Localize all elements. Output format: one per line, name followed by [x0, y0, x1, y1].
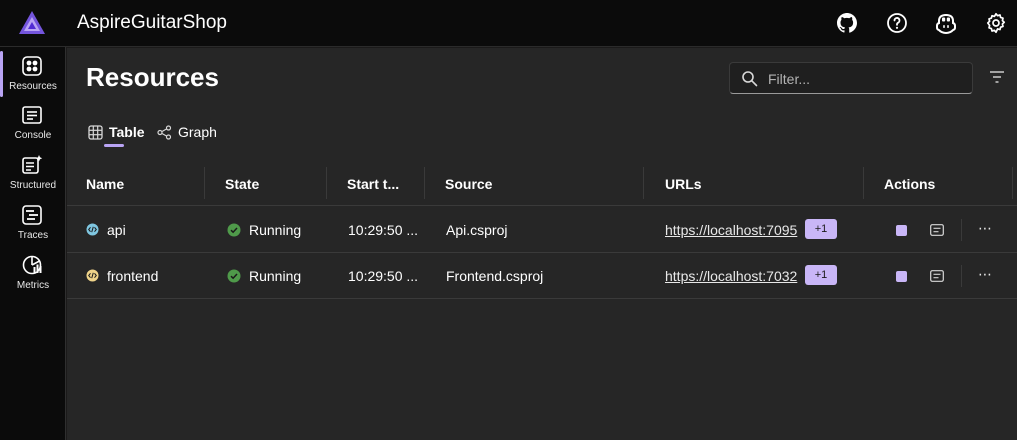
- column-resize-handle[interactable]: [863, 167, 864, 199]
- settings-icon[interactable]: [984, 11, 1008, 35]
- resource-source: Api.csproj: [446, 222, 508, 238]
- sidebar-item-traces[interactable]: Traces: [0, 198, 66, 244]
- console-logs-icon[interactable]: [930, 270, 944, 282]
- sidebar-item-label: Structured: [9, 180, 57, 191]
- sidebar-nav: Resources Console Structured Traces Metr…: [0, 47, 66, 440]
- column-resize-handle[interactable]: [326, 167, 327, 199]
- resource-state: Running: [249, 268, 302, 284]
- stop-button[interactable]: [896, 225, 907, 236]
- app-title[interactable]: AspireGuitarShop: [77, 12, 227, 34]
- grid-header: Name State Start t... Source URLs Action…: [67, 163, 1017, 206]
- more-actions-button[interactable]: ⋯: [978, 266, 994, 284]
- tab-label: Graph: [178, 124, 217, 140]
- resource-url-link[interactable]: https://localhost:7032: [665, 268, 797, 284]
- resource-start-time: 10:29:50 ...: [348, 222, 419, 238]
- more-actions-button[interactable]: ⋯: [978, 220, 994, 238]
- project-icon: [86, 269, 99, 282]
- resource-name: frontend: [107, 268, 159, 284]
- column-resize-handle[interactable]: [643, 167, 644, 199]
- console-logs-icon[interactable]: [930, 224, 944, 236]
- column-resize-handle[interactable]: [424, 167, 425, 199]
- column-header-source[interactable]: Source: [445, 176, 492, 192]
- selected-tab-indicator: [104, 144, 124, 147]
- running-check-icon: [227, 269, 241, 283]
- resource-state: Running: [249, 222, 302, 238]
- table-icon: [88, 125, 103, 140]
- more-urls-badge[interactable]: +1: [805, 265, 837, 285]
- column-header-name[interactable]: Name: [86, 176, 124, 192]
- sidebar-item-label: Console: [14, 130, 52, 141]
- resource-url-link[interactable]: https://localhost:7095: [665, 222, 797, 238]
- sidebar-item-metrics[interactable]: Metrics: [0, 248, 66, 294]
- column-header-urls[interactable]: URLs: [665, 176, 702, 192]
- column-header-actions: Actions: [884, 176, 936, 192]
- aspire-logo-icon[interactable]: [18, 10, 46, 36]
- resource-source: Frontend.csproj: [446, 268, 544, 284]
- sidebar-item-resources[interactable]: Resources: [0, 49, 66, 97]
- traces-icon: [22, 205, 42, 225]
- console-icon: [22, 106, 42, 124]
- column-header-state[interactable]: State: [225, 176, 259, 192]
- github-icon[interactable]: [835, 11, 859, 35]
- resources-icon: [22, 56, 42, 76]
- column-resize-handle[interactable]: [1012, 167, 1013, 199]
- tab-label: Table: [109, 124, 145, 140]
- graph-icon: [157, 125, 172, 140]
- stop-button[interactable]: [896, 271, 907, 282]
- resource-start-time: 10:29:50 ...: [348, 268, 419, 284]
- filter-box[interactable]: [729, 62, 973, 94]
- table-row[interactable]: frontend Running 10:29:50 ... Frontend.c…: [67, 253, 1017, 299]
- help-icon[interactable]: [885, 11, 909, 35]
- structured-icon: [22, 155, 43, 174]
- sidebar-item-console[interactable]: Console: [0, 98, 66, 144]
- sidebar-item-structured[interactable]: Structured: [0, 148, 66, 194]
- sidebar-item-label: Metrics: [16, 280, 50, 291]
- metrics-icon: [22, 255, 42, 275]
- column-header-start-time[interactable]: Start t...: [347, 176, 399, 192]
- actions-divider: [961, 219, 962, 241]
- page-title: Resources: [86, 62, 219, 92]
- copilot-icon[interactable]: [934, 11, 958, 35]
- top-bar: AspireGuitarShop: [0, 0, 1017, 47]
- column-resize-handle[interactable]: [204, 167, 205, 199]
- table-row[interactable]: api Running 10:29:50 ... Api.csproj http…: [67, 207, 1017, 253]
- more-urls-badge[interactable]: +1: [805, 219, 837, 239]
- project-icon: [86, 223, 99, 236]
- search-icon: [742, 71, 758, 87]
- sidebar-item-label: Traces: [17, 230, 49, 241]
- resource-name: api: [107, 222, 126, 238]
- running-check-icon: [227, 223, 241, 237]
- filter-input[interactable]: [768, 69, 963, 89]
- tab-graph[interactable]: Graph: [157, 122, 217, 148]
- sidebar-item-label: Resources: [9, 81, 57, 92]
- main-panel: Resources Table Graph Name State Start t…: [67, 48, 1017, 440]
- filter-options-icon[interactable]: [989, 70, 1005, 84]
- actions-divider: [961, 265, 962, 287]
